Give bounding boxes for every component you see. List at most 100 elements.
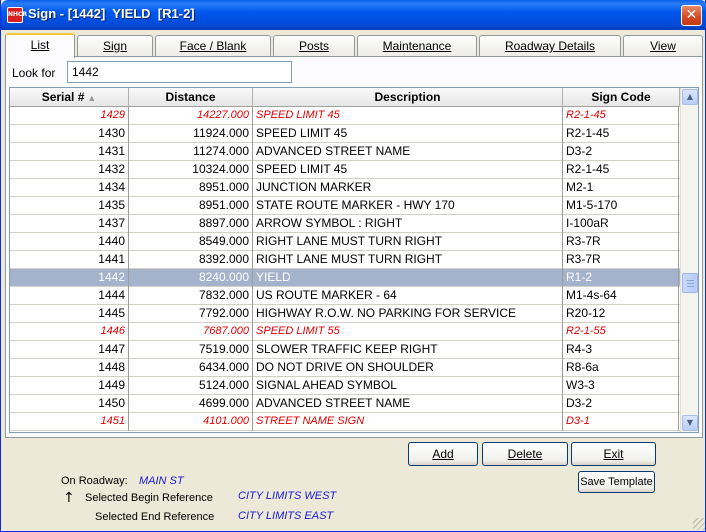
serial-cell: 1447: [10, 341, 129, 359]
description-cell: STREET NAME SIGN: [253, 413, 563, 431]
scroll-down-icon[interactable]: ▼: [682, 415, 698, 431]
serial-cell: 1446: [10, 323, 129, 341]
description-cell: STATE ROUTE MARKER - HWY 170: [253, 197, 563, 215]
description-cell: SPEED LIMIT 55: [253, 323, 563, 341]
serial-cell: 1442: [10, 269, 129, 287]
distance-cell: 7687.000: [129, 323, 253, 341]
tab-view[interactable]: View: [623, 35, 703, 57]
distance-cell: 14227.000: [129, 107, 253, 125]
table-row[interactable]: 1445 7792.000 HIGHWAY R.O.W. NO PARKING FO…: [10, 305, 680, 323]
table-row[interactable]: 1441 8392.000 RIGHT LANE MUST TURN RIGHT R3…: [10, 251, 680, 269]
scroll-up-icon[interactable]: ▲: [682, 89, 698, 105]
table-row[interactable]: 1449 5124.000 SIGNAL AHEAD SYMBOL W3-3: [10, 377, 680, 395]
table-row[interactable]: 1442 8240.000 YIELD R1-2: [10, 269, 680, 287]
tab-maintenance[interactable]: Maintenance: [357, 35, 477, 57]
table-row[interactable]: 1447 7519.000 SLOWER TRAFFIC KEEP RIGHT R4-…: [10, 341, 680, 359]
scroll-thumb[interactable]: [682, 273, 698, 293]
description-cell: ARROW SYMBOL : RIGHT: [253, 215, 563, 233]
distance-cell: 7519.000: [129, 341, 253, 359]
roadway-label: On Roadway:: [61, 475, 128, 487]
column-header-distance[interactable]: Distance: [129, 88, 253, 107]
description-cell: ADVANCED STREET NAME: [253, 143, 563, 161]
table-row[interactable]: 1430 11924.000 SPEED LIMIT 45 R2-1-45: [10, 125, 680, 143]
table-row[interactable]: 1435 8951.000 STATE ROUTE MARKER - HWY 170…: [10, 197, 680, 215]
distance-cell: 5124.000: [129, 377, 253, 395]
table-row[interactable]: 1446 7687.000 SPEED LIMIT 55 R2-1-55: [10, 323, 680, 341]
sign-code-cell: R20-12: [563, 305, 679, 323]
add-button[interactable]: Add: [408, 442, 478, 466]
sort-ascending-icon: ▲: [87, 93, 97, 103]
close-button[interactable]: ✕: [681, 5, 702, 26]
table-row[interactable]: 1444 7832.000 US ROUTE MARKER - 64 M1-4s-64: [10, 287, 680, 305]
sign-code-cell: R2-1-45: [563, 107, 679, 125]
sign-code-cell: R2-1-45: [563, 125, 679, 143]
table-row[interactable]: 1451 4101.000 STREET NAME SIGN D3-1: [10, 413, 680, 431]
serial-cell: 1432: [10, 161, 129, 179]
column-header-sign-code[interactable]: Sign Code: [563, 88, 680, 107]
exit-button[interactable]: Exit: [571, 442, 656, 466]
serial-cell: 1440: [10, 233, 129, 251]
description-cell: RIGHT LANE MUST TURN RIGHT: [253, 233, 563, 251]
distance-cell: 7792.000: [129, 305, 253, 323]
serial-cell: 1430: [10, 125, 129, 143]
grid-header: Serial # ▲ Distance Description Sign Code: [10, 88, 680, 107]
tab-roadway-details[interactable]: Roadway Details: [479, 35, 621, 57]
table-row[interactable]: 1432 10324.000 SPEED LIMIT 45 R2-1-45: [10, 161, 680, 179]
look-for-label: Look for: [12, 66, 56, 80]
distance-cell: 8897.000: [129, 215, 253, 233]
delete-button[interactable]: Delete: [482, 442, 568, 466]
description-cell: SPEED LIMIT 45: [253, 161, 563, 179]
column-header-description[interactable]: Description: [253, 88, 563, 107]
column-header-serial[interactable]: Serial # ▲: [10, 88, 129, 107]
sign-code-cell: R4-3: [563, 341, 679, 359]
description-cell: YIELD: [253, 269, 563, 287]
sign-code-cell: R2-1-45: [563, 161, 679, 179]
description-cell: JUNCTION MARKER: [253, 179, 563, 197]
sign-code-cell: M1-4s-64: [563, 287, 679, 305]
distance-cell: 8951.000: [129, 197, 253, 215]
table-row[interactable]: 1437 8897.000 ARROW SYMBOL : RIGHT I-100aR: [10, 215, 680, 233]
title-bar[interactable]: NHCR Sign - [1442] YIELD [R1-2] ✕: [1, 0, 706, 30]
serial-cell: 1441: [10, 251, 129, 269]
distance-cell: 8549.000: [129, 233, 253, 251]
vertical-scrollbar[interactable]: ▲ ▼: [680, 88, 698, 432]
serial-cell: 1449: [10, 377, 129, 395]
look-for-input[interactable]: [67, 61, 292, 83]
tab-sign[interactable]: Sign: [77, 35, 153, 57]
distance-cell: 11924.000: [129, 125, 253, 143]
description-cell: ADVANCED STREET NAME: [253, 395, 563, 413]
table-row[interactable]: 1440 8549.000 RIGHT LANE MUST TURN RIGHT R3…: [10, 233, 680, 251]
sign-code-cell: M2-1: [563, 179, 679, 197]
tab-posts[interactable]: Posts: [273, 35, 355, 57]
serial-cell: 1448: [10, 359, 129, 377]
window-title: Sign - [1442] YIELD [R1-2]: [28, 6, 195, 21]
sign-code-cell: D3-2: [563, 395, 679, 413]
table-row[interactable]: 1450 4699.000 ADVANCED STREET NAME D3-2: [10, 395, 680, 413]
sign-code-cell: D3-2: [563, 143, 679, 161]
save-template-button[interactable]: Save Template: [578, 471, 655, 493]
table-row[interactable]: 1429 14227.000 SPEED LIMIT 45 R2-1-45: [10, 107, 680, 125]
app-icon: NHCR: [7, 7, 27, 23]
begin-reference-label: Selected Begin Reference: [85, 492, 213, 504]
end-reference-value: CITY LIMITS EAST: [238, 510, 334, 522]
description-cell: SPEED LIMIT 45: [253, 125, 563, 143]
table-row[interactable]: 1434 8951.000 JUNCTION MARKER M2-1: [10, 179, 680, 197]
resize-grip-icon[interactable]: [693, 518, 705, 530]
serial-cell: 1435: [10, 197, 129, 215]
sign-window: NHCR Sign - [1442] YIELD [R1-2] ✕ List S…: [0, 0, 706, 532]
description-cell: US ROUTE MARKER - 64: [253, 287, 563, 305]
sign-code-cell: D3-1: [563, 413, 679, 431]
table-row[interactable]: 1448 6434.000 DO NOT DRIVE ON SHOULDER R8-6…: [10, 359, 680, 377]
distance-cell: 11274.000: [129, 143, 253, 161]
distance-cell: 8951.000: [129, 179, 253, 197]
signs-grid[interactable]: Serial # ▲ Distance Description Sign Code…: [9, 87, 699, 433]
sign-code-cell: R1-2: [563, 269, 679, 287]
distance-cell: 7832.000: [129, 287, 253, 305]
tab-strip: List Sign Face / Blank Posts Maintenance…: [5, 33, 703, 58]
description-cell: HIGHWAY R.O.W. NO PARKING FOR SERVICE: [253, 305, 563, 323]
serial-cell: 1429: [10, 107, 129, 125]
tab-face-blank[interactable]: Face / Blank: [155, 35, 271, 57]
tab-list[interactable]: List: [5, 33, 75, 58]
sign-code-cell: R3-7R: [563, 233, 679, 251]
table-row[interactable]: 1431 11274.000 ADVANCED STREET NAME D3-2: [10, 143, 680, 161]
